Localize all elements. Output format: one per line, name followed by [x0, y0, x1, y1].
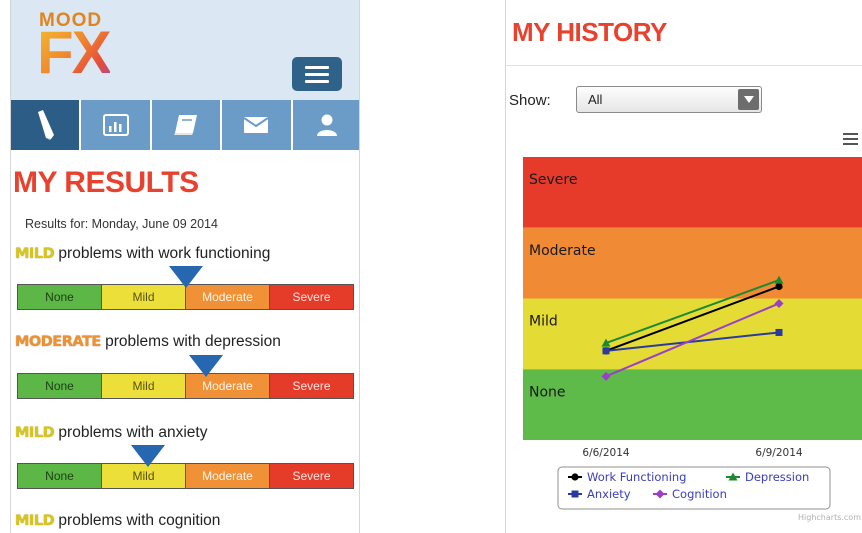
user-icon	[316, 114, 337, 136]
severity-label: MILD	[15, 246, 55, 262]
tab-results[interactable]	[79, 100, 149, 150]
band-none	[523, 369, 862, 440]
hamburger-icon-bar	[305, 65, 329, 69]
nav-tabs	[11, 100, 359, 150]
result-text: problems with work functioning	[54, 245, 271, 262]
pencil-icon	[38, 110, 55, 140]
score-marker-icon	[131, 445, 166, 467]
journal-icon	[174, 115, 198, 135]
result-heading-cognition: MILD problems with cognition	[15, 512, 220, 530]
band-label-mild: Mild	[529, 314, 558, 330]
legend-marker-anxiety	[571, 490, 579, 498]
result-text: problems with depression	[100, 333, 281, 350]
app-header: MOOD FX	[11, 0, 359, 100]
x-tick-label: 6/6/2014	[582, 447, 629, 459]
result-heading-anxiety: MILD problems with anxiety	[15, 424, 207, 442]
results-screen: MOOD FX	[10, 0, 360, 533]
score-marker-icon	[168, 266, 203, 288]
severity-label: MODERATE	[15, 334, 101, 350]
scale-moderate: Moderate	[185, 374, 269, 398]
result-heading-work: MILD problems with work functioning	[15, 245, 270, 263]
legend-marker-work-functioning	[571, 473, 579, 481]
scale-mild: Mild	[101, 374, 185, 398]
envelope-icon	[243, 117, 269, 133]
scale-severe: Severe	[269, 464, 353, 488]
results-date: Results for: Monday, June 09 2014	[25, 217, 218, 231]
chart-credits: Highcharts.com	[798, 513, 861, 522]
scale-mild: Mild	[101, 285, 185, 309]
legend-item-work-functioning: Work Functioning	[587, 470, 686, 484]
hamburger-icon-bar	[305, 72, 329, 76]
result-heading-depression: MODERATE problems with depression	[15, 333, 281, 351]
band-moderate	[523, 227, 862, 299]
scale-mild: Mild	[101, 464, 185, 488]
legend-item-cognition: Cognition	[672, 487, 727, 501]
scale-none: None	[18, 464, 101, 488]
data-point-work-functioning	[775, 282, 783, 291]
band-label-moderate: Moderate	[529, 243, 596, 259]
data-point-anxiety	[602, 347, 610, 355]
hamburger-icon-bar	[305, 79, 329, 83]
scale-none: None	[18, 285, 101, 309]
severity-label: MILD	[15, 513, 55, 529]
tab-library[interactable]	[149, 100, 220, 150]
bar-chart-icon	[102, 114, 129, 136]
severity-scale-anxiety: None Mild Moderate Severe	[17, 463, 354, 489]
scale-none: None	[18, 374, 101, 398]
history-chart: Severe Moderate Mild None 6/6/2014 6/9/2014 Wo…	[523, 157, 862, 522]
history-screen: MY HISTORY Show: All Severe Moderate Mild N…	[505, 0, 862, 533]
score-marker-icon	[188, 355, 223, 377]
result-text: problems with anxiety	[54, 424, 208, 441]
severity-scale-depression: None Mild Moderate Severe	[17, 373, 354, 399]
scale-severe: Severe	[269, 374, 353, 398]
logo-fx-text: FX	[37, 19, 112, 86]
menu-button[interactable]	[292, 57, 342, 91]
legend-item-anxiety: Anxiety	[587, 487, 631, 501]
band-severe	[523, 157, 862, 228]
scale-severe: Severe	[269, 285, 353, 309]
band-mild	[523, 298, 862, 370]
tab-messages[interactable]	[220, 100, 290, 150]
page-title: MY RESULTS	[13, 166, 199, 199]
scale-moderate: Moderate	[185, 285, 269, 309]
data-point-anxiety	[775, 328, 783, 336]
tab-profile[interactable]	[290, 100, 359, 150]
scale-moderate: Moderate	[185, 464, 269, 488]
band-label-none: None	[529, 384, 566, 400]
result-text: problems with cognition	[54, 512, 221, 529]
legend-item-depression: Depression	[745, 470, 809, 484]
x-tick-label: 6/9/2014	[755, 447, 802, 459]
band-label-severe: Severe	[529, 172, 577, 188]
tab-journal-entry[interactable]	[11, 100, 80, 150]
severity-label: MILD	[15, 425, 55, 441]
